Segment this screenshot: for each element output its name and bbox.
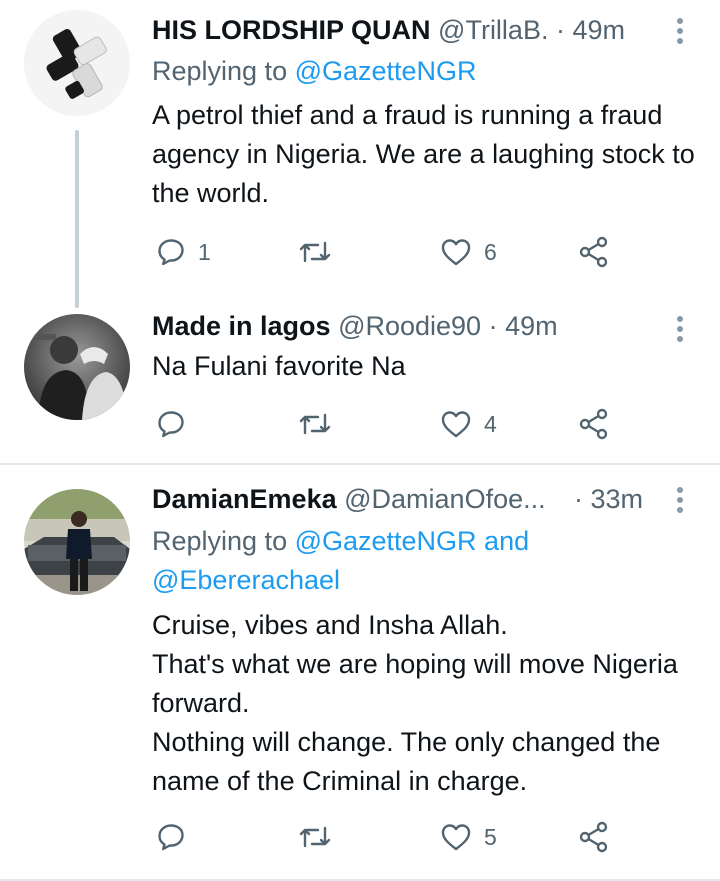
- tweet-time[interactable]: · 49m: [556, 13, 625, 47]
- avatar[interactable]: [24, 10, 130, 116]
- share-button[interactable]: [578, 232, 610, 272]
- retweet-icon: [299, 826, 331, 848]
- display-name[interactable]: HIS LORDSHIP QUAN: [152, 15, 431, 45]
- retweet-button[interactable]: [298, 404, 332, 444]
- replying-prefix: Replying to: [152, 56, 295, 86]
- retweet-icon: [299, 413, 331, 435]
- share-button[interactable]: [578, 817, 610, 857]
- like-count: 5: [484, 823, 497, 850]
- share-icon: [579, 821, 608, 853]
- tweet-actions: 4: [152, 404, 622, 444]
- display-name[interactable]: Made in lagos: [152, 311, 331, 341]
- user-handle[interactable]: @TrillaB...: [438, 15, 550, 45]
- tweet-actions: 1 6: [152, 232, 622, 272]
- tweet-text-line: Cruise, vibes and Insha Allah.: [152, 610, 508, 640]
- mention-link[interactable]: @GazetteNGR: [295, 56, 477, 86]
- share-icon: [579, 408, 608, 440]
- like-button[interactable]: 6: [440, 232, 497, 272]
- profile-photo: [24, 489, 130, 595]
- time-separator: ·: [556, 15, 573, 45]
- replying-prefix: Replying to: [152, 526, 295, 556]
- share-icon: [579, 236, 608, 268]
- chess-knight-logo-icon: [24, 10, 130, 116]
- avatar[interactable]: [24, 314, 130, 420]
- reply-count: 1: [198, 238, 211, 265]
- mention-link[interactable]: @GazetteNGR and: [295, 526, 530, 556]
- tweet-3[interactable]: DamianEmeka @DamianOfoe... · 33m Replyin…: [0, 465, 720, 881]
- time-separator: ·: [481, 311, 506, 341]
- more-options-icon[interactable]: [675, 18, 685, 48]
- heart-icon: [441, 824, 471, 851]
- timestamp: 49m: [572, 15, 626, 45]
- reply-icon: [158, 239, 184, 266]
- share-button[interactable]: [578, 404, 610, 444]
- tweet-text: A petrol thief and a fraud is running a …: [152, 96, 707, 213]
- reply-button[interactable]: [156, 817, 186, 857]
- tweet-text: Na Fulani favorite Na: [152, 347, 707, 386]
- replying-to-line-2: @Ebererachael: [152, 563, 340, 597]
- retweet-button[interactable]: [298, 817, 332, 857]
- user-handle[interactable]: @Roodie90: [338, 311, 481, 341]
- heart-icon: [441, 239, 471, 266]
- tweet-header: DamianEmeka @DamianOfoe...: [152, 482, 558, 516]
- tweet-time[interactable]: · 33m: [574, 482, 643, 516]
- thread-line: [75, 130, 79, 308]
- tweet-text-body: A petrol thief and a fraud is running a …: [152, 100, 695, 208]
- more-options-icon[interactable]: [675, 487, 685, 517]
- reply-icon: [158, 824, 184, 851]
- replying-to: Replying to @GazetteNGR: [152, 54, 477, 88]
- heart-icon: [441, 411, 471, 438]
- reply-icon: [158, 411, 184, 438]
- tweet-text-body: Na Fulani favorite Na: [152, 351, 406, 381]
- like-button[interactable]: 5: [440, 817, 497, 857]
- timestamp: 33m: [590, 484, 644, 514]
- tweet-text-line: That's what we are hoping will move Nige…: [152, 649, 678, 718]
- like-count: 4: [484, 410, 497, 437]
- tweet-header: Made in lagos @Roodie90 · 49m: [152, 309, 660, 343]
- reply-button[interactable]: 1: [156, 232, 211, 272]
- tweet-header: HIS LORDSHIP QUAN @TrillaB...: [152, 13, 550, 47]
- mention-link[interactable]: @Ebererachael: [152, 565, 340, 595]
- timestamp[interactable]: 49m: [505, 311, 558, 341]
- like-button[interactable]: 4: [440, 404, 497, 444]
- tweet-text-line: Nothing will change. The only changed th…: [152, 727, 661, 796]
- profile-photo: [24, 314, 130, 420]
- display-name[interactable]: DamianEmeka: [152, 484, 337, 514]
- avatar[interactable]: [24, 489, 130, 595]
- reply-button[interactable]: [156, 404, 186, 444]
- replying-to: Replying to @GazetteNGR and: [152, 524, 529, 558]
- retweet-button[interactable]: [298, 232, 332, 272]
- more-options-icon[interactable]: [675, 316, 685, 346]
- tweet-1[interactable]: HIS LORDSHIP QUAN @TrillaB... · 49m Repl…: [0, 0, 720, 308]
- time-separator: ·: [574, 484, 591, 514]
- like-count: 6: [484, 238, 497, 265]
- tweet-2[interactable]: Made in lagos @Roodie90 · 49m Na Fulani …: [0, 300, 720, 464]
- tweet-actions: 5: [152, 817, 622, 857]
- retweet-icon: [299, 241, 331, 263]
- user-handle[interactable]: @DamianOfoe...: [344, 484, 546, 514]
- tweet-text: Cruise, vibes and Insha Allah. That's wh…: [152, 606, 707, 801]
